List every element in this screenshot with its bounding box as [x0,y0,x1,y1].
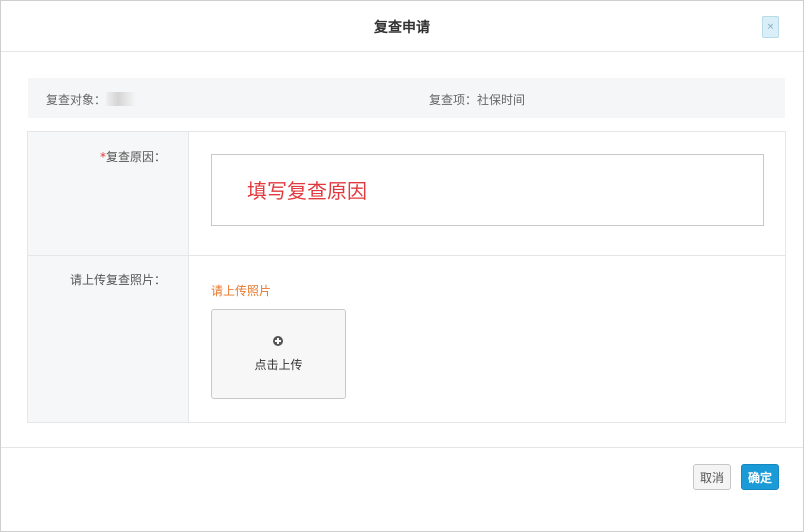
upload-button-label: 点击上传 [254,358,303,372]
review-request-dialog: 复查申请 × 复查对象： 复查项：社保时间 *复查原因： 填写复查原因 请上传复… [0,0,804,532]
upload-label: 请上传复查照片： [69,273,166,287]
dialog-footer: 取消 确定 [1,447,803,531]
review-target: 复查对象： [46,91,137,108]
cancel-button[interactable]: 取消 [693,464,731,490]
close-icon: × [766,22,775,32]
blurred-target-name [106,92,137,106]
review-item: 复查项：社保时间 [429,93,526,107]
plus-circle-icon [273,336,283,346]
confirm-button[interactable]: 确定 [741,464,779,490]
reason-label-text: 复查原因： [105,150,166,164]
upload-label-cell: 请上传复查照片： [28,256,189,422]
review-form: *复查原因： 填写复查原因 请上传复查照片： 请上传照片 点击上传 [27,131,786,423]
reason-label-cell: *复查原因： [28,132,189,255]
reason-textarea[interactable]: 填写复查原因 [211,154,764,226]
upload-row: 请上传复查照片： 请上传照片 点击上传 [28,256,785,422]
reason-text: 填写复查原因 [247,179,367,203]
upload-button[interactable]: 点击上传 [211,309,346,399]
dialog-header: 复查申请 × [1,1,803,52]
close-button[interactable]: × [762,16,779,38]
dialog-title: 复查申请 [374,20,430,36]
info-bar: 复查对象： 复查项：社保时间 [28,78,785,118]
review-target-label: 复查对象： [46,93,107,107]
reason-label: *复查原因： [100,148,166,165]
reason-row: *复查原因： 填写复查原因 [28,132,785,256]
upload-hint: 请上传照片 [211,284,272,298]
